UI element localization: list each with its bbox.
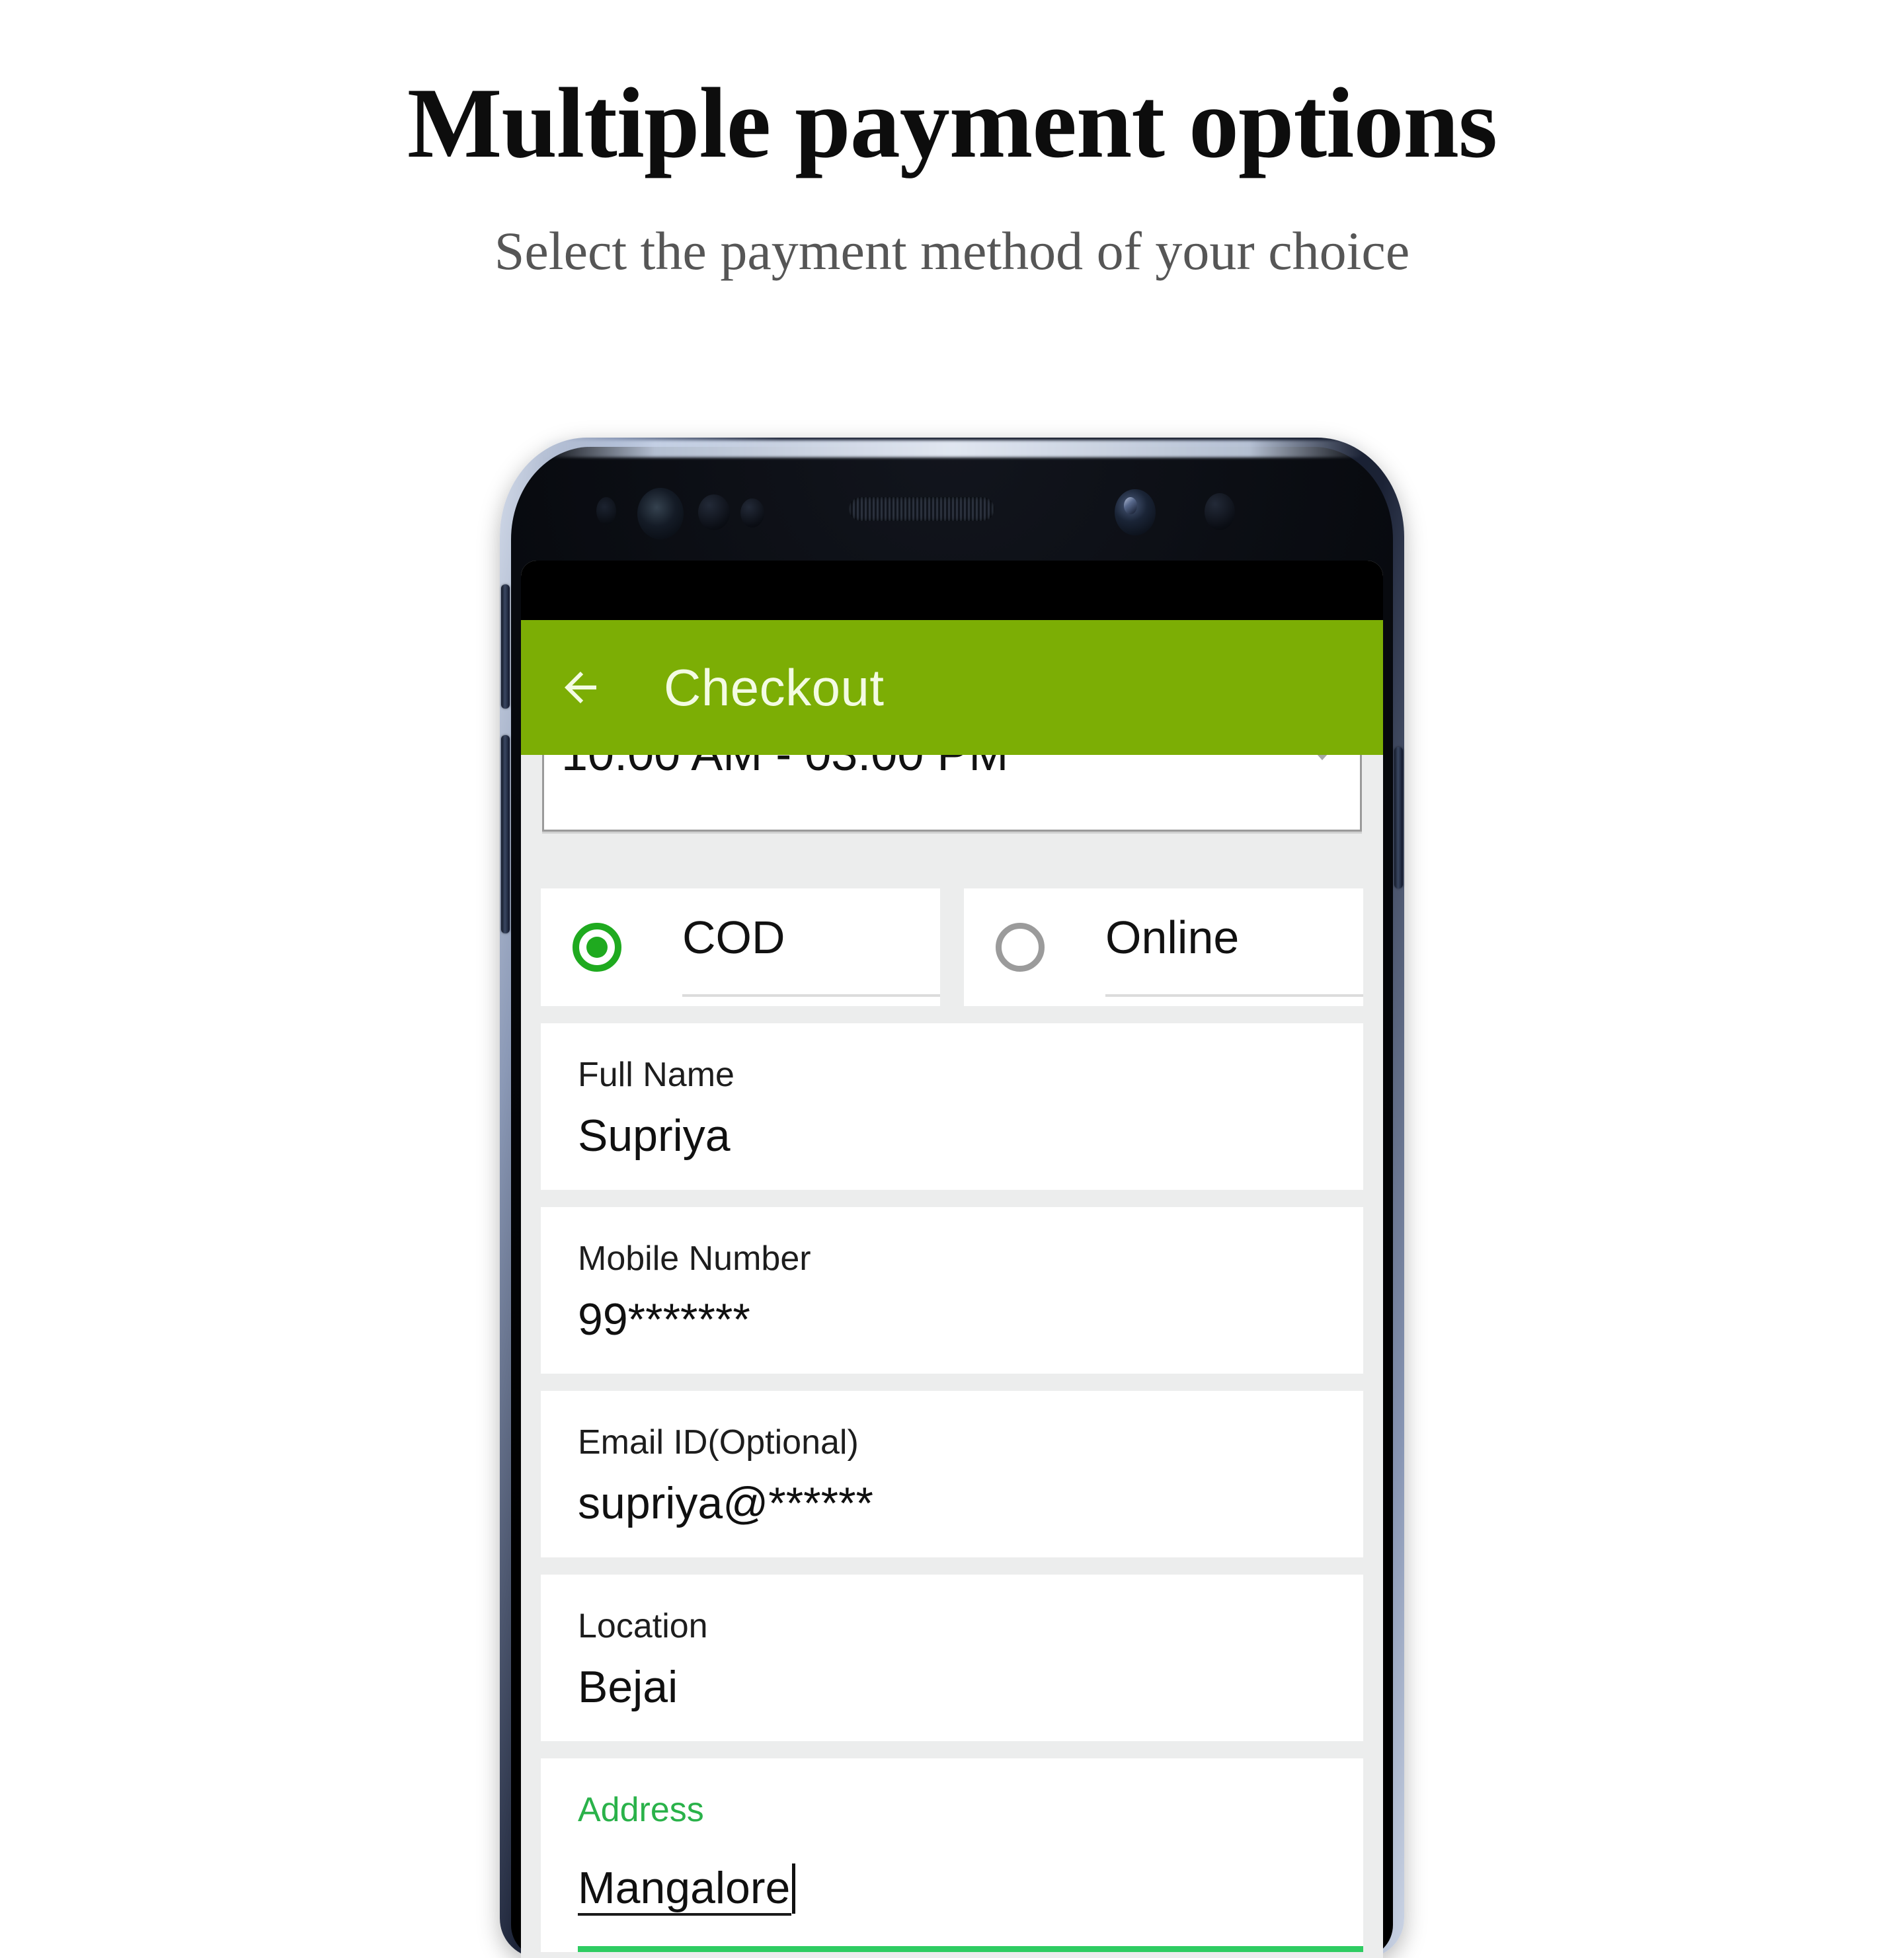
phone-mockup: Checkout 10:00 AM - 03:00 PM COD Online: [500, 438, 1404, 1958]
field-address[interactable]: Address Mangalore: [541, 1758, 1363, 1952]
field-location-label: Location: [578, 1606, 708, 1645]
volume-button[interactable]: [501, 735, 510, 933]
text-cursor-icon: [792, 1863, 796, 1914]
earpiece-speaker-icon: [849, 497, 994, 521]
page-title: Multiple payment options: [407, 67, 1497, 178]
app-bar-title: Checkout: [664, 658, 885, 717]
light-sensor-icon: [698, 494, 730, 530]
field-email-id-value: supriya@******: [578, 1478, 874, 1529]
payment-option-cod[interactable]: COD: [541, 888, 940, 1006]
app-screen: Checkout 10:00 AM - 03:00 PM COD Online: [521, 561, 1383, 1958]
field-mobile-number-value: 99*******: [578, 1294, 750, 1345]
payment-option-online-label: Online: [1105, 898, 1363, 997]
bixby-button[interactable]: [501, 584, 510, 709]
field-mobile-number[interactable]: Mobile Number 99*******: [541, 1206, 1363, 1374]
field-full-name-label: Full Name: [578, 1056, 734, 1094]
radio-selected-icon[interactable]: [573, 923, 621, 972]
field-full-name[interactable]: Full Name Supriya: [541, 1023, 1363, 1190]
field-address-value-wrap: Mangalore: [578, 1846, 1326, 1916]
radio-unselected-icon[interactable]: [996, 923, 1045, 972]
status-led-icon: [1205, 493, 1235, 530]
app-content: 10:00 AM - 03:00 PM COD Online Ful: [521, 755, 1383, 1958]
timeslot-value: 10:00 AM - 03:00 PM: [544, 755, 1008, 781]
field-email-id[interactable]: Email ID(Optional) supriya@******: [541, 1390, 1363, 1557]
field-mobile-number-label: Mobile Number: [578, 1239, 811, 1278]
power-button[interactable]: [1394, 747, 1403, 888]
field-location-value: Bejai: [578, 1662, 678, 1713]
payment-option-online[interactable]: Online: [964, 888, 1363, 1006]
payment-method-row: COD Online: [541, 888, 1363, 1006]
field-full-name-value: Supriya: [578, 1111, 731, 1161]
front-camera-icon: [1115, 489, 1156, 535]
field-location[interactable]: Location Bejai: [541, 1574, 1363, 1741]
timeslot-select[interactable]: 10:00 AM - 03:00 PM: [542, 755, 1362, 832]
proximity-sensor-icon: [596, 497, 616, 525]
field-address-value: Mangalore: [578, 1863, 792, 1916]
payment-option-cod-label: COD: [682, 898, 940, 997]
field-address-label: Address: [578, 1790, 704, 1829]
promo-header: Multiple payment options Select the paym…: [0, 0, 1904, 284]
ir-sensor-icon: [740, 498, 764, 528]
back-arrow-icon[interactable]: [557, 664, 604, 711]
field-address-focus-underline: [578, 1945, 1363, 1952]
status-bar: [521, 561, 1383, 620]
chevron-down-icon[interactable]: [1304, 755, 1340, 760]
iris-scanner-icon: [637, 488, 684, 539]
sensor-cluster: [500, 484, 1404, 539]
app-bar: Checkout: [521, 620, 1383, 755]
frame-gloss-highlight: [539, 440, 1365, 457]
field-email-id-label: Email ID(Optional): [578, 1423, 859, 1462]
page-subtitle: Select the payment method of your choice: [494, 221, 1410, 281]
